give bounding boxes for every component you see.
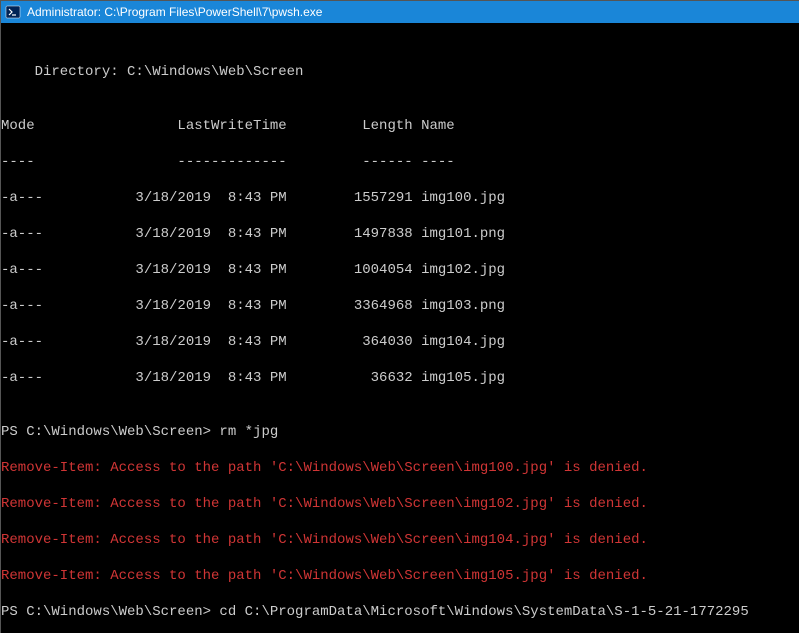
listing-row: -a--- 3/18/2019 8:43 PM 3364968 img103.p…	[1, 297, 799, 315]
powershell-icon	[5, 4, 21, 20]
listing-row: -a--- 3/18/2019 8:43 PM 36632 img105.jpg	[1, 369, 799, 387]
listing-row: -a--- 3/18/2019 8:43 PM 1004054 img102.j…	[1, 261, 799, 279]
titlebar[interactable]: Administrator: C:\Program Files\PowerShe…	[1, 1, 799, 23]
prompt-line: PS C:\Windows\Web\Screen> cd C:\ProgramD…	[1, 603, 799, 621]
error-line: Remove-Item: Access to the path 'C:\Wind…	[1, 531, 799, 549]
listing-header: Mode LastWriteTime Length Name	[1, 117, 799, 135]
powershell-window: Administrator: C:\Program Files\PowerShe…	[0, 0, 799, 633]
listing-row: -a--- 3/18/2019 8:43 PM 364030 img104.jp…	[1, 333, 799, 351]
directory-line: Directory: C:\Windows\Web\Screen	[1, 63, 799, 81]
error-line: Remove-Item: Access to the path 'C:\Wind…	[1, 459, 799, 477]
error-line: Remove-Item: Access to the path 'C:\Wind…	[1, 567, 799, 585]
prompt-line: PS C:\Windows\Web\Screen> rm *jpg	[1, 423, 799, 441]
terminal-output[interactable]: Directory: C:\Windows\Web\Screen Mode La…	[1, 23, 799, 633]
listing-row: -a--- 3/18/2019 8:43 PM 1557291 img100.j…	[1, 189, 799, 207]
error-line: Remove-Item: Access to the path 'C:\Wind…	[1, 495, 799, 513]
listing-row: -a--- 3/18/2019 8:43 PM 1497838 img101.p…	[1, 225, 799, 243]
window-title: Administrator: C:\Program Files\PowerShe…	[27, 5, 322, 19]
listing-divider: ---- ------------- ------ ----	[1, 153, 799, 171]
